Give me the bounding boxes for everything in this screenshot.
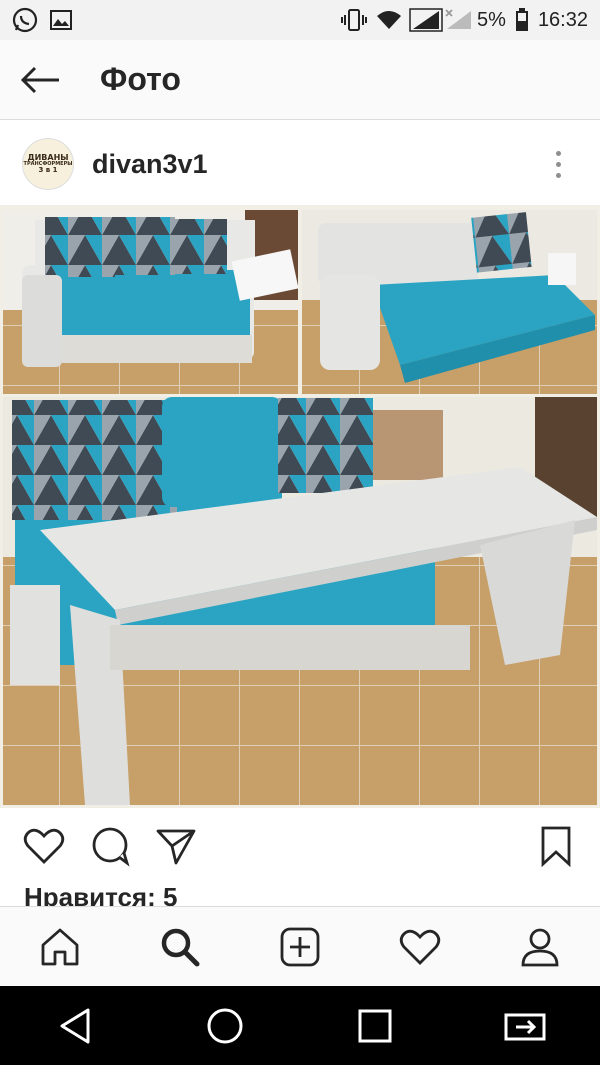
photo-panel-sofa [3, 210, 299, 394]
android-nav [0, 986, 600, 1065]
photo-panel-sofa-table [3, 397, 597, 805]
bookmark-button[interactable] [534, 824, 578, 868]
bottom-nav [0, 906, 600, 986]
back-triangle-icon [60, 1008, 90, 1043]
system-recents-button[interactable] [345, 996, 405, 1056]
post-header: ДИВАНЫ ТРАНСФОРМЕРЫ 3 в 1 divan3v1 [0, 123, 600, 205]
whatsapp-icon [12, 7, 38, 33]
gallery-icon [48, 7, 74, 33]
search-icon [161, 928, 200, 966]
comment-button[interactable] [88, 824, 132, 868]
clock: 16:32 [537, 8, 588, 31]
arrow-left-icon [20, 66, 59, 93]
screen-share-icon [504, 1013, 546, 1040]
more-dot-icon [555, 172, 561, 178]
like-button[interactable] [22, 824, 66, 868]
profile-icon [521, 928, 559, 966]
photo-panel-sofa-bed [302, 210, 597, 394]
nav-profile[interactable] [510, 917, 570, 977]
heart-icon [23, 828, 65, 864]
home-icon [41, 928, 79, 965]
battery-icon [514, 7, 530, 33]
more-dot-icon [555, 150, 561, 156]
nav-search[interactable] [150, 917, 210, 977]
activity-icon [399, 929, 441, 965]
bookmark-icon [541, 826, 571, 867]
post-actions [0, 808, 600, 886]
system-home-button[interactable] [195, 996, 255, 1056]
wifi-icon [375, 7, 402, 33]
battery-percent: 5% [477, 8, 506, 31]
recents-square-icon [358, 1009, 392, 1042]
add-icon [280, 927, 320, 966]
comment-icon [92, 827, 130, 867]
post-username[interactable]: divan3v1 [92, 149, 208, 180]
home-circle-icon [207, 1008, 243, 1043]
system-back-button[interactable] [45, 996, 105, 1056]
likes-count[interactable]: Нравится: 5 [24, 882, 177, 906]
status-bar: 5% 16:32 [0, 0, 600, 40]
back-button[interactable] [0, 40, 80, 120]
screen-share-button[interactable] [495, 996, 555, 1056]
more-dot-icon [555, 161, 561, 167]
signal-no-service-icon [443, 7, 472, 33]
nav-add[interactable] [270, 917, 330, 977]
nav-home[interactable] [30, 917, 90, 977]
avatar[interactable]: ДИВАНЫ ТРАНСФОРМЕРЫ 3 в 1 [22, 138, 74, 190]
share-icon [156, 829, 196, 865]
nav-activity[interactable] [390, 917, 450, 977]
app-header: Фото [0, 40, 600, 120]
share-button[interactable] [154, 824, 198, 868]
vibrate-icon [341, 7, 368, 33]
avatar-text-line-3: 3 в 1 [38, 166, 58, 175]
signal-icon [409, 7, 443, 33]
page-title: Фото [100, 61, 181, 97]
post-photo[interactable] [0, 205, 600, 808]
more-options-button[interactable] [538, 134, 578, 194]
